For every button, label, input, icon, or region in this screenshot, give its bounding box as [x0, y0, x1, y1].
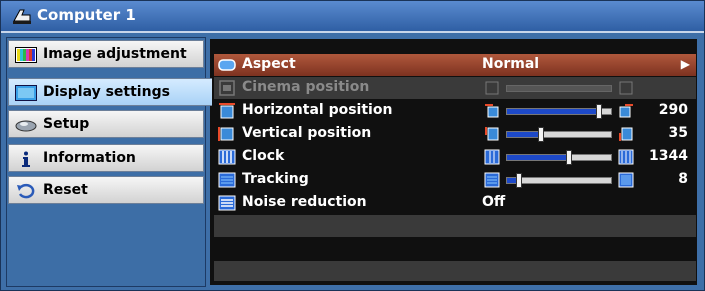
row-label: Aspect: [242, 56, 296, 72]
row-noise-reduction[interactable]: Noise reduction Off: [214, 192, 696, 214]
sidebar-item-label: Display settings: [43, 84, 170, 100]
clock-slider[interactable]: [484, 149, 636, 165]
slider-knob[interactable]: [538, 127, 544, 142]
sidebar-item-label: Setup: [43, 116, 90, 132]
window-title: Computer 1: [37, 6, 136, 24]
slider-fill: [507, 132, 541, 137]
information-icon: [22, 151, 30, 167]
image-adjustment-icon: [15, 47, 37, 63]
row-horizontal-position[interactable]: Horizontal position 290: [214, 100, 696, 122]
sidebar-item-reset[interactable]: Reset: [8, 176, 204, 204]
slider-max-icon: [618, 149, 634, 165]
row-label: Noise reduction: [242, 194, 367, 210]
noise-reduction-icon: [218, 195, 236, 211]
row-clock[interactable]: Clock 1344: [214, 146, 696, 168]
sidebar-item-label: Information: [43, 150, 136, 166]
setup-icon: [15, 120, 37, 132]
slider-min-icon: [484, 172, 500, 188]
sidebar: Image adjustment Display settings Setup: [6, 37, 212, 287]
empty-row: [214, 261, 696, 281]
slider-knob[interactable]: [596, 104, 602, 119]
empty-row: [214, 238, 696, 260]
slider-min-icon: [484, 149, 500, 165]
row-vertical-position[interactable]: Vertical position 35: [214, 123, 696, 145]
row-cinema-position: Cinema position: [214, 77, 696, 99]
slider-fill: [507, 155, 569, 160]
row-value: 8: [678, 171, 688, 187]
sidebar-item-image-adjustment[interactable]: Image adjustment: [8, 40, 204, 68]
vertical-position-slider[interactable]: [484, 126, 636, 142]
horizontal-position-icon: [219, 103, 235, 119]
reset-icon: [17, 183, 35, 199]
display-settings-icon: [15, 85, 37, 101]
sidebar-item-label: Reset: [43, 182, 88, 198]
slider-max-icon: [619, 104, 633, 118]
row-tracking[interactable]: Tracking 8: [214, 169, 696, 191]
row-label: Horizontal position: [242, 102, 393, 118]
cinema-position-icon: [219, 80, 235, 96]
sidebar-item-information[interactable]: Information: [8, 144, 204, 172]
row-value: 1344: [649, 148, 688, 164]
submenu-arrow-icon: ▶: [680, 57, 690, 71]
sidebar-item-display-settings[interactable]: Display settings: [8, 78, 212, 106]
vertical-position-icon: [218, 127, 234, 141]
clock-icon: [218, 149, 236, 165]
slider-knob[interactable]: [516, 173, 522, 188]
sidebar-item-label: Image adjustment: [43, 46, 187, 62]
slider-min-icon: [485, 127, 499, 141]
row-aspect[interactable]: Aspect Normal ▶: [214, 54, 696, 76]
slider-knob[interactable]: [566, 150, 572, 165]
empty-row: [214, 215, 696, 237]
slider-max-icon: [618, 172, 634, 188]
title-bar: Computer 1: [1, 1, 704, 33]
row-value: 290: [658, 102, 688, 118]
sidebar-item-setup[interactable]: Setup: [8, 110, 204, 138]
row-value: Normal: [482, 56, 540, 72]
row-value: 35: [668, 125, 688, 141]
slider-min-icon: [485, 81, 499, 95]
slider-min-icon: [485, 104, 499, 118]
row-label: Tracking: [242, 171, 309, 187]
slider-max-icon: [619, 81, 633, 95]
slider-max-icon: [619, 127, 633, 141]
computer-input-icon: [13, 9, 31, 24]
row-label: Vertical position: [242, 125, 372, 141]
aspect-icon: [218, 59, 236, 71]
tracking-icon: [218, 172, 236, 188]
slider-fill: [507, 109, 599, 114]
row-value: Off: [482, 194, 506, 210]
osd-menu-window: Computer 1 Image adjustment Display sett…: [0, 0, 705, 291]
horizontal-position-slider[interactable]: [484, 103, 636, 119]
settings-panel: Aspect Normal ▶ Cinema position Horizont…: [208, 37, 699, 287]
cinema-position-slider: [484, 80, 636, 96]
content-area: Image adjustment Display settings Setup: [6, 37, 699, 287]
tracking-slider[interactable]: [484, 172, 636, 188]
row-label: Clock: [242, 148, 285, 164]
row-label: Cinema position: [242, 79, 370, 95]
